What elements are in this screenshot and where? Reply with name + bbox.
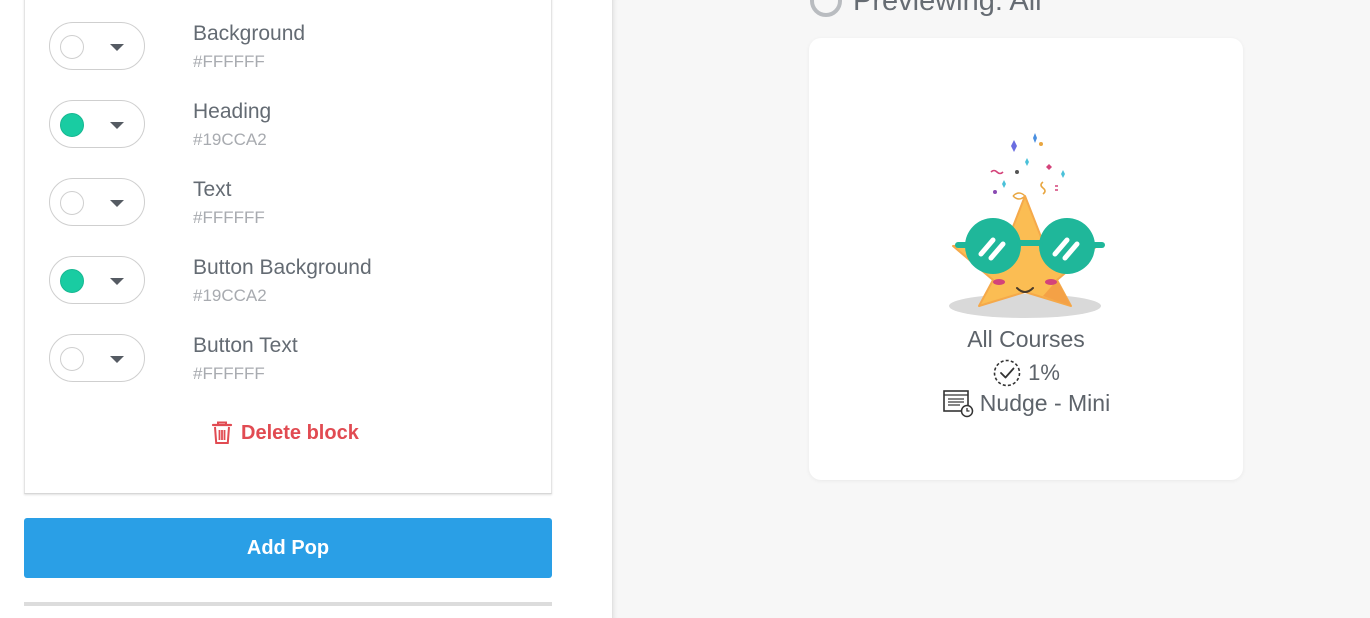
delete-block-label: Delete block xyxy=(241,421,359,444)
color-row-text: Text #FFFFFF xyxy=(49,178,509,238)
progress-indicator: 1% xyxy=(809,358,1243,388)
background-color-picker[interactable] xyxy=(49,22,145,70)
color-row-button-text: Button Text #FFFFFF xyxy=(49,334,509,394)
caret-down-icon xyxy=(110,200,124,207)
add-pop-label: Add Pop xyxy=(246,536,330,559)
color-swatch xyxy=(60,113,84,137)
color-label: Text xyxy=(193,178,232,201)
color-hex: #FFFFFF xyxy=(193,364,265,383)
course-title: All Courses xyxy=(967,326,1085,352)
color-swatch xyxy=(60,269,84,293)
eye-icon xyxy=(810,0,842,17)
heading-color-picker[interactable] xyxy=(49,100,145,148)
add-pop-button[interactable]: Add Pop xyxy=(24,518,552,578)
text-color-picker[interactable] xyxy=(49,178,145,226)
color-hex: #19CCA2 xyxy=(193,286,267,305)
divider xyxy=(24,602,552,606)
preview-heading: Previewing: All xyxy=(809,0,1042,18)
delete-block-button[interactable]: Delete block xyxy=(211,421,359,445)
caret-down-icon xyxy=(110,44,124,51)
caret-down-icon xyxy=(110,278,124,285)
trash-icon xyxy=(211,421,233,444)
color-row-heading: Heading #19CCA2 xyxy=(49,100,509,160)
clock-list-icon xyxy=(942,390,974,418)
caret-down-icon xyxy=(110,122,124,129)
color-label: Background xyxy=(193,22,306,45)
color-label: Button Text xyxy=(193,334,298,357)
color-hex: #19CCA2 xyxy=(193,130,267,149)
color-hex: #FFFFFF xyxy=(193,208,265,227)
color-swatch xyxy=(60,35,84,59)
nudge-label: Nudge - Mini xyxy=(979,389,1111,416)
caret-down-icon xyxy=(110,356,124,363)
star-mascot-illustration xyxy=(949,133,1105,318)
check-circle-icon xyxy=(993,359,1021,387)
nudge-type: Nudge - Mini xyxy=(809,388,1243,418)
color-swatch xyxy=(60,347,84,371)
button-text-color-picker[interactable] xyxy=(49,334,145,382)
color-settings-card: Background #FFFFFF Heading #19CCA2 Text … xyxy=(24,0,552,494)
color-label: Heading xyxy=(193,100,272,123)
editor-panel: Background #FFFFFF Heading #19CCA2 Text … xyxy=(0,0,612,618)
preview-title: Previewing: All xyxy=(853,0,1042,17)
progress-value: 1% xyxy=(1028,360,1060,385)
button-background-color-picker[interactable] xyxy=(49,256,145,304)
color-row-button-background: Button Background #19CCA2 xyxy=(49,256,509,316)
preview-panel: Previewing: All All Courses 1% Nudge - M… xyxy=(612,0,1370,618)
preview-card: All Courses 1% Nudge - Mini xyxy=(809,38,1243,480)
color-row-background: Background #FFFFFF xyxy=(49,22,509,82)
color-swatch xyxy=(60,191,84,215)
color-hex: #FFFFFF xyxy=(193,52,265,71)
color-label: Button Background xyxy=(193,256,372,279)
